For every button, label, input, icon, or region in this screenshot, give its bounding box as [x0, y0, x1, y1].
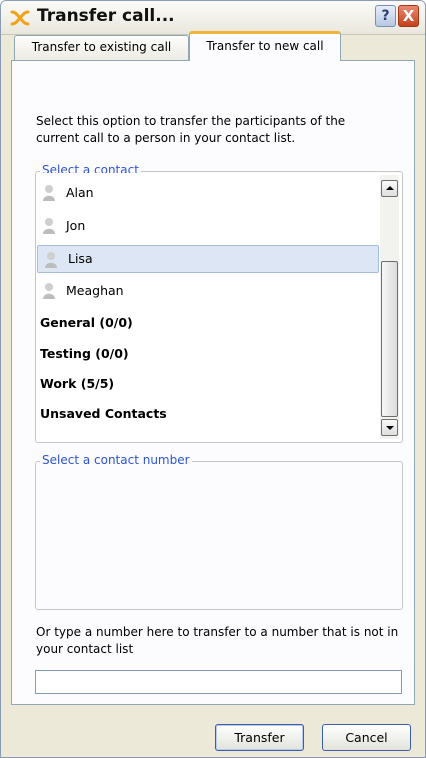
person-icon	[43, 185, 55, 201]
person-icon	[43, 218, 55, 234]
transfer-app-icon	[10, 10, 30, 26]
scroll-thumb[interactable]	[381, 261, 398, 417]
transfer-button[interactable]: Transfer	[215, 724, 304, 751]
group-item-unsaved-contacts[interactable]: Unsaved Contacts	[36, 400, 378, 428]
contact-number-list[interactable]	[36, 471, 402, 609]
arrow-down-icon	[386, 426, 394, 430]
person-icon	[43, 283, 55, 299]
person-icon	[45, 252, 57, 268]
scroll-up-button[interactable]	[381, 180, 398, 197]
title-bar[interactable]: Transfer call... ? X	[1, 1, 425, 35]
phone-number-input[interactable]	[35, 670, 402, 694]
arrow-up-icon	[386, 186, 394, 190]
group-item-general[interactable]: General (0/0)	[36, 309, 378, 337]
contact-item-alan[interactable]: Alan	[36, 179, 378, 207]
contact-item-lisa[interactable]: Lisa	[37, 245, 379, 273]
close-button[interactable]: X	[398, 5, 419, 27]
tab-transfer-to-new-call[interactable]: Transfer to new call	[189, 31, 341, 61]
cancel-button[interactable]: Cancel	[322, 724, 411, 751]
contact-item-meaghan[interactable]: Meaghan	[36, 277, 378, 305]
scroll-down-button[interactable]	[381, 419, 398, 436]
contact-list[interactable]: Alan Jon Lisa Meaghan General (0/0) Test…	[36, 173, 402, 441]
group-item-work[interactable]: Work (5/5)	[36, 370, 378, 398]
window-title: Transfer call...	[37, 6, 175, 26]
contact-item-jon[interactable]: Jon	[36, 212, 378, 240]
transfer-description: Select this option to transfer the parti…	[36, 114, 346, 145]
contact-list-scrollbar[interactable]	[380, 175, 399, 439]
transfer-call-dialog: Transfer call... ? X Transfer to existin…	[0, 0, 426, 758]
group-item-testing[interactable]: Testing (0/0)	[36, 340, 378, 368]
manual-number-hint: Or type a number here to transfer to a n…	[36, 625, 399, 656]
select-contact-number-legend: Select a contact number	[40, 453, 192, 467]
help-button[interactable]: ?	[375, 5, 396, 27]
tab-transfer-to-existing-call[interactable]: Transfer to existing call	[14, 35, 189, 60]
